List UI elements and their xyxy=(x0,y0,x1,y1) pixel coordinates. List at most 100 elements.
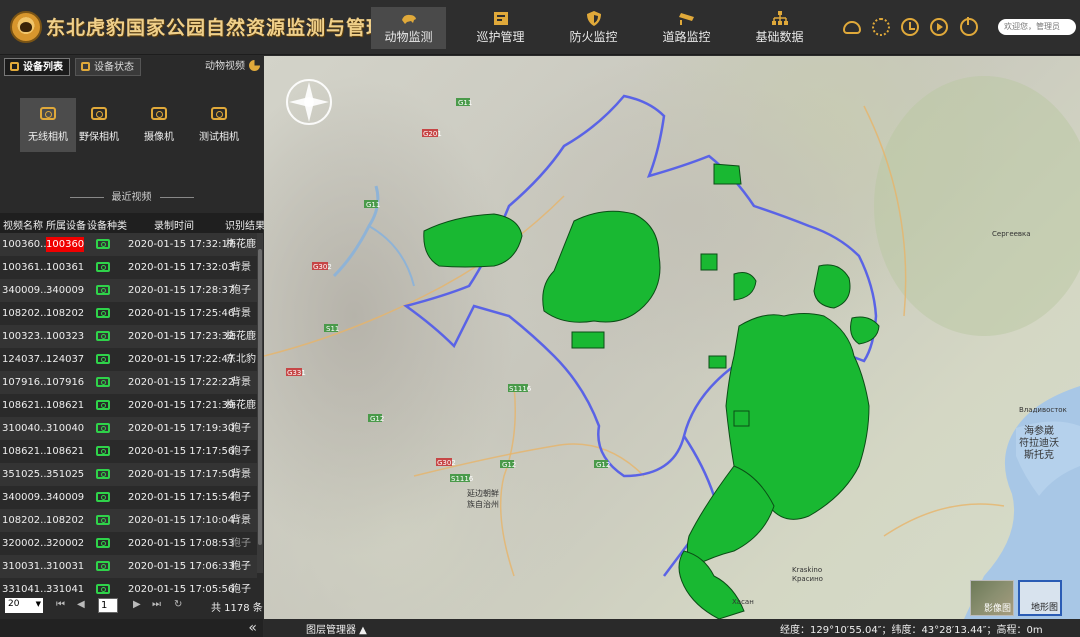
basemap-satellite-button[interactable]: 影像图 xyxy=(970,580,1014,616)
recognition-result-cell: 背景 xyxy=(231,262,251,273)
record-time-cell: 2020-01-15 17:15:54 xyxy=(128,492,235,503)
power-icon[interactable] xyxy=(960,17,978,36)
next-page-button[interactable]: ▶ xyxy=(133,599,141,610)
video-name-cell: 124037... xyxy=(2,354,50,365)
tab-basic-data[interactable]: 基础数据 xyxy=(742,7,817,49)
camera-cluster xyxy=(708,355,727,369)
first-page-button[interactable]: ⏮ xyxy=(56,599,65,610)
table-row[interactable]: 331041... 331041 2020-01-15 17:05:56 狍子 xyxy=(0,578,257,596)
device-id-cell: 340009 xyxy=(46,492,85,503)
road-label: G12 xyxy=(502,461,516,469)
refresh-icon[interactable]: ↻ xyxy=(174,599,182,610)
tab-animal-video[interactable]: 动物视频 xyxy=(200,58,266,76)
basemap-terrain-button[interactable]: 地形图 xyxy=(1018,580,1062,616)
device-id-cell: 310031 xyxy=(46,561,85,572)
table-header: 视频名称 所属设备 设备种类 录制时间 识别结果 xyxy=(0,213,265,233)
gear-icon[interactable] xyxy=(872,18,890,36)
recent-videos-title: 最近视频 xyxy=(0,188,263,203)
recognition-result-cell: 背景 xyxy=(231,308,251,319)
prev-page-button[interactable]: ◀ xyxy=(77,599,85,610)
device-type-video-camera[interactable]: 摄像机 xyxy=(131,98,187,152)
camera-icon xyxy=(96,561,110,571)
camera-icon xyxy=(96,492,110,502)
coordinate-readout: 经度：129°10′55.04″；纬度：43°28′13.44″；高程：0m xyxy=(780,625,1043,636)
video-table-body: 100360... 100360 2020-01-15 17:32:17 梅花鹿 100… xyxy=(0,233,257,596)
layer-manager-button[interactable]: 图层管理器 ▲ xyxy=(306,621,367,636)
table-row[interactable]: 108202... 108202 2020-01-15 17:25:46 背景 xyxy=(0,302,257,325)
column-header[interactable]: 所属设备 xyxy=(46,217,86,232)
video-name-cell: 108202... xyxy=(2,308,50,319)
table-row[interactable]: 320002... 320002 2020-01-15 17:08:53 狍子 xyxy=(0,532,257,555)
device-type-wireless-camera[interactable]: 无线相机 xyxy=(20,98,76,152)
video-name-cell: 100360... xyxy=(2,239,50,250)
device-id-cell: 108621 xyxy=(46,446,85,457)
status-bar: 图层管理器 ▲ 经度：129°10′55.04″；纬度：43°28′13.44″… xyxy=(264,619,1080,637)
hierarchy-icon xyxy=(771,11,788,25)
place-label: 海参崴 xyxy=(1024,424,1054,437)
recognition-result-cell: 背景 xyxy=(231,377,251,388)
record-time-cell: 2020-01-15 17:22:22 xyxy=(128,377,235,388)
table-row[interactable]: 108202... 108202 2020-01-15 17:10:04 背景 xyxy=(0,509,257,532)
page-number-input[interactable]: 1 xyxy=(98,598,118,613)
table-row[interactable]: 107916... 107916 2020-01-15 17:22:22 背景 xyxy=(0,371,257,394)
table-row[interactable]: 340009... 340009 2020-01-15 17:28:37 狍子 xyxy=(0,279,257,302)
record-time-cell: 2020-01-15 17:28:37 xyxy=(128,285,235,296)
camera-cluster xyxy=(813,264,851,309)
table-scrollbar[interactable] xyxy=(257,233,263,573)
place-label: 族自治州 xyxy=(467,499,499,509)
tab-fire-monitoring[interactable]: 防火监控 xyxy=(556,7,631,49)
camera-cluster xyxy=(423,213,523,268)
camera-icon xyxy=(96,239,110,249)
last-page-button[interactable]: ⏭ xyxy=(152,599,161,610)
recognition-result-cell: 狍子 xyxy=(231,492,251,503)
collapse-panel-button[interactable]: « xyxy=(248,619,257,637)
road-label: G201 xyxy=(423,130,442,138)
road-label: G302 xyxy=(437,459,456,467)
table-row[interactable]: 108621... 108621 2020-01-15 17:17:56 狍子 xyxy=(0,440,257,463)
column-header[interactable]: 设备种类 xyxy=(87,217,127,232)
road-label: G12 xyxy=(596,461,610,469)
device-id-cell: 351025 xyxy=(46,469,85,480)
device-type-wildlife-camera[interactable]: 野保相机 xyxy=(71,98,127,152)
record-time-cell: 2020-01-15 17:32:17 xyxy=(128,239,235,250)
tab-patrol-management[interactable]: 巡护管理 xyxy=(463,7,538,49)
road-label: G11 xyxy=(458,99,472,107)
top-header: 东北虎豹国家公园自然资源监测与管理平台 动物监测 巡护管理 防火监控 道路监控 … xyxy=(0,0,1080,55)
place-label: Красино xyxy=(792,575,823,583)
device-type-test-camera[interactable]: 测试相机 xyxy=(191,98,247,152)
tab-road-monitoring[interactable]: 道路监控 xyxy=(649,7,724,49)
table-row[interactable]: 108621... 108621 2020-01-15 17:21:39 梅花鹿 xyxy=(0,394,257,417)
camera-cluster xyxy=(713,163,742,185)
user-greeting-box[interactable]: 欢迎您，管理员 xyxy=(998,19,1076,35)
recognition-result-cell: 梅花鹿 xyxy=(226,239,256,250)
column-header[interactable]: 识别结果 xyxy=(225,217,265,232)
camera-icon xyxy=(96,354,110,364)
table-row[interactable]: 100361... 100361 2020-01-15 17:32:03 背景 xyxy=(0,256,257,279)
table-row[interactable]: 310031... 310031 2020-01-15 17:06:33 狍子 xyxy=(0,555,257,578)
camera-cluster xyxy=(700,253,718,271)
column-header[interactable]: 录制时间 xyxy=(154,217,194,232)
tab-device-list[interactable]: 设备列表 xyxy=(4,58,70,76)
table-row[interactable]: 100323... 100323 2020-01-15 17:23:32 梅花鹿 xyxy=(0,325,257,348)
device-id-cell: 331041 xyxy=(46,584,85,595)
map-canvas[interactable]: G11 G201 G11 G302 G331 G12 S1116 G302 G1… xyxy=(264,56,1080,619)
tab-animal-monitoring[interactable]: 动物监测 xyxy=(371,7,446,49)
recognition-result-cell: 东北豹 xyxy=(226,354,256,365)
clock-icon[interactable] xyxy=(901,18,919,36)
cloud-upload-icon[interactable] xyxy=(843,21,861,34)
table-row[interactable]: 310040... 310040 2020-01-15 17:19:30 狍子 xyxy=(0,417,257,440)
table-row[interactable]: 340009... 340009 2020-01-15 17:15:54 狍子 xyxy=(0,486,257,509)
video-name-cell: 340009... xyxy=(2,285,50,296)
table-row[interactable]: 351025... 351025 2020-01-15 17:17:50 背景 xyxy=(0,463,257,486)
tab-device-status[interactable]: 设备状态 xyxy=(75,58,141,76)
camera-icon xyxy=(96,423,110,433)
page-size-select[interactable]: 20 xyxy=(5,598,43,613)
map-view[interactable]: G11 G201 G11 G302 G331 G12 S1116 G302 G1… xyxy=(264,56,1080,619)
table-row[interactable]: 124037... 124037 2020-01-15 17:22:47 东北豹 xyxy=(0,348,257,371)
total-count: 共 1178 条 xyxy=(211,603,263,614)
table-row[interactable]: 100360... 100360 2020-01-15 17:32:17 梅花鹿 xyxy=(0,233,257,256)
play-icon[interactable] xyxy=(930,18,948,36)
column-header[interactable]: 视频名称 xyxy=(3,217,43,232)
device-id-cell: 108202 xyxy=(46,515,85,526)
camera-cluster xyxy=(542,210,661,323)
